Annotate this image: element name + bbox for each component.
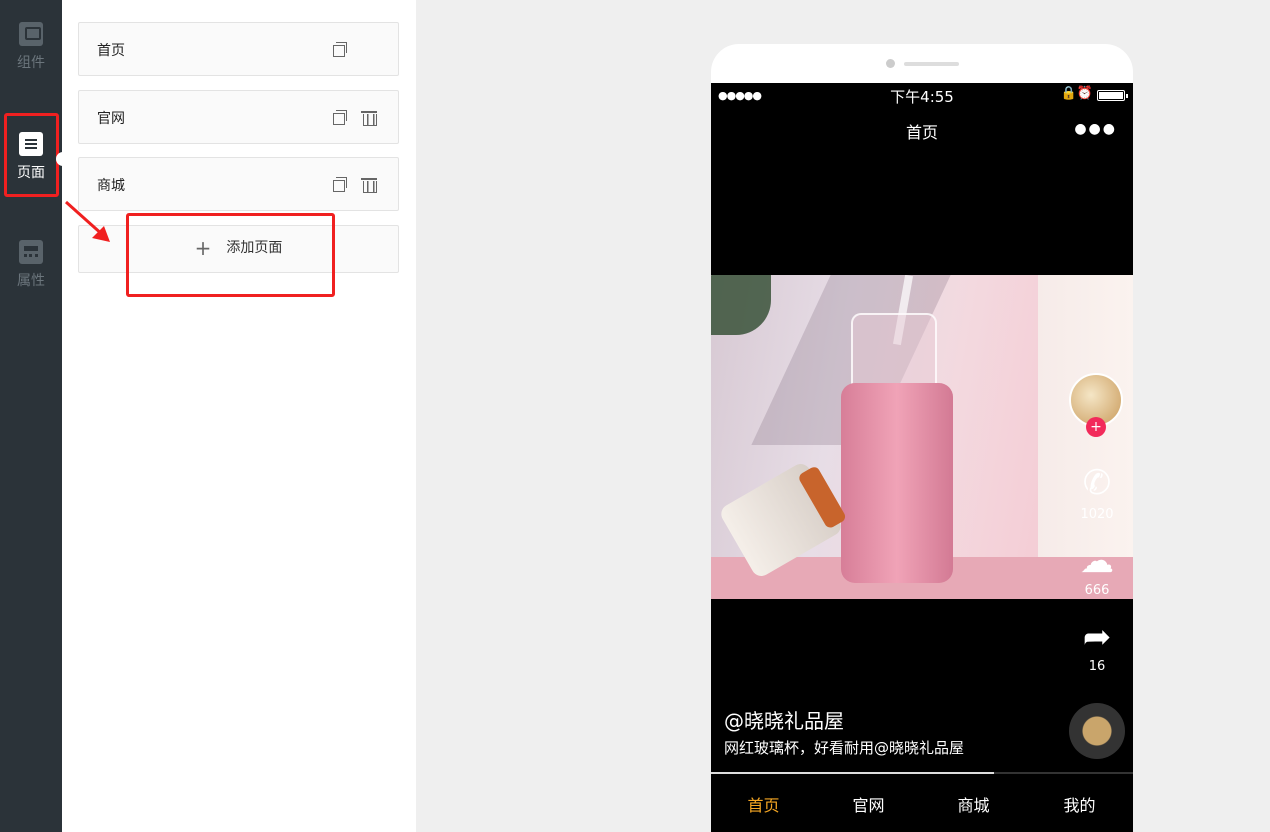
page-item-home[interactable]: 首页 [78,22,399,76]
tab-home[interactable]: 首页 [711,792,816,816]
page-item-label: 首页 [97,43,125,59]
battery-icon [1097,90,1128,101]
rail-item-properties[interactable]: 属性 [0,240,62,310]
red-arrow-icon [64,200,110,242]
phone-frame-top [711,44,1133,84]
property-icon [19,240,43,264]
video-description: 网红玻璃杯，好看耐用@晓晓礼品屋 [724,739,965,757]
highlight-box-add-page [126,213,335,297]
highlight-box-pages [4,113,59,197]
status-bar: ●●●●● 下午4:55 🔒⏰ [711,83,1133,107]
copy-icon[interactable] [333,110,347,125]
nav-title: 首页 [905,123,938,142]
page-list-panel: 首页 官网 商城 + 添加页面 [62,0,416,832]
trash-icon[interactable] [361,176,377,193]
component-icon [19,22,43,46]
system-icons: 🔒⏰ [1060,86,1093,101]
tab-mall[interactable]: 商城 [921,792,1026,816]
rail-item-label: 属性 [17,273,45,289]
wechat-icon[interactable]: ☁ [1061,543,1133,579]
tab-website[interactable]: 官网 [816,792,921,816]
page-item-label: 官网 [97,111,125,127]
page-item-label: 商城 [97,178,125,194]
more-icon[interactable]: ●●● [1074,121,1117,137]
phone-icon[interactable]: ✆ [1061,465,1133,501]
rail-item-components[interactable]: 组件 [0,22,62,92]
music-disc-icon[interactable] [1069,703,1125,759]
tab-bar: 首页 官网 商城 我的 [711,774,1133,832]
rail-item-label: 组件 [17,55,45,71]
camera-dot [886,59,895,68]
follow-button[interactable]: + [1086,417,1106,437]
speaker-grill [904,62,959,66]
share-icon[interactable]: ➦ [1061,619,1133,655]
page-item-mall[interactable]: 商城 [78,157,399,211]
phone-count: 1020 [1080,507,1114,522]
copy-icon[interactable] [333,42,347,57]
share-count: 16 [1088,659,1106,674]
page-item-website[interactable]: 官网 [78,90,399,144]
phone-screen: ●●●●● 下午4:55 🔒⏰ 首页 ●●● + ✆ 1020 ☁ 666 ➦ … [711,83,1133,832]
copy-icon[interactable] [333,177,347,192]
tab-mine[interactable]: 我的 [1027,792,1132,816]
author-name[interactable]: @晓晓礼品屋 [724,705,844,734]
wechat-count: 666 [1084,583,1110,598]
trash-icon[interactable] [361,109,377,126]
